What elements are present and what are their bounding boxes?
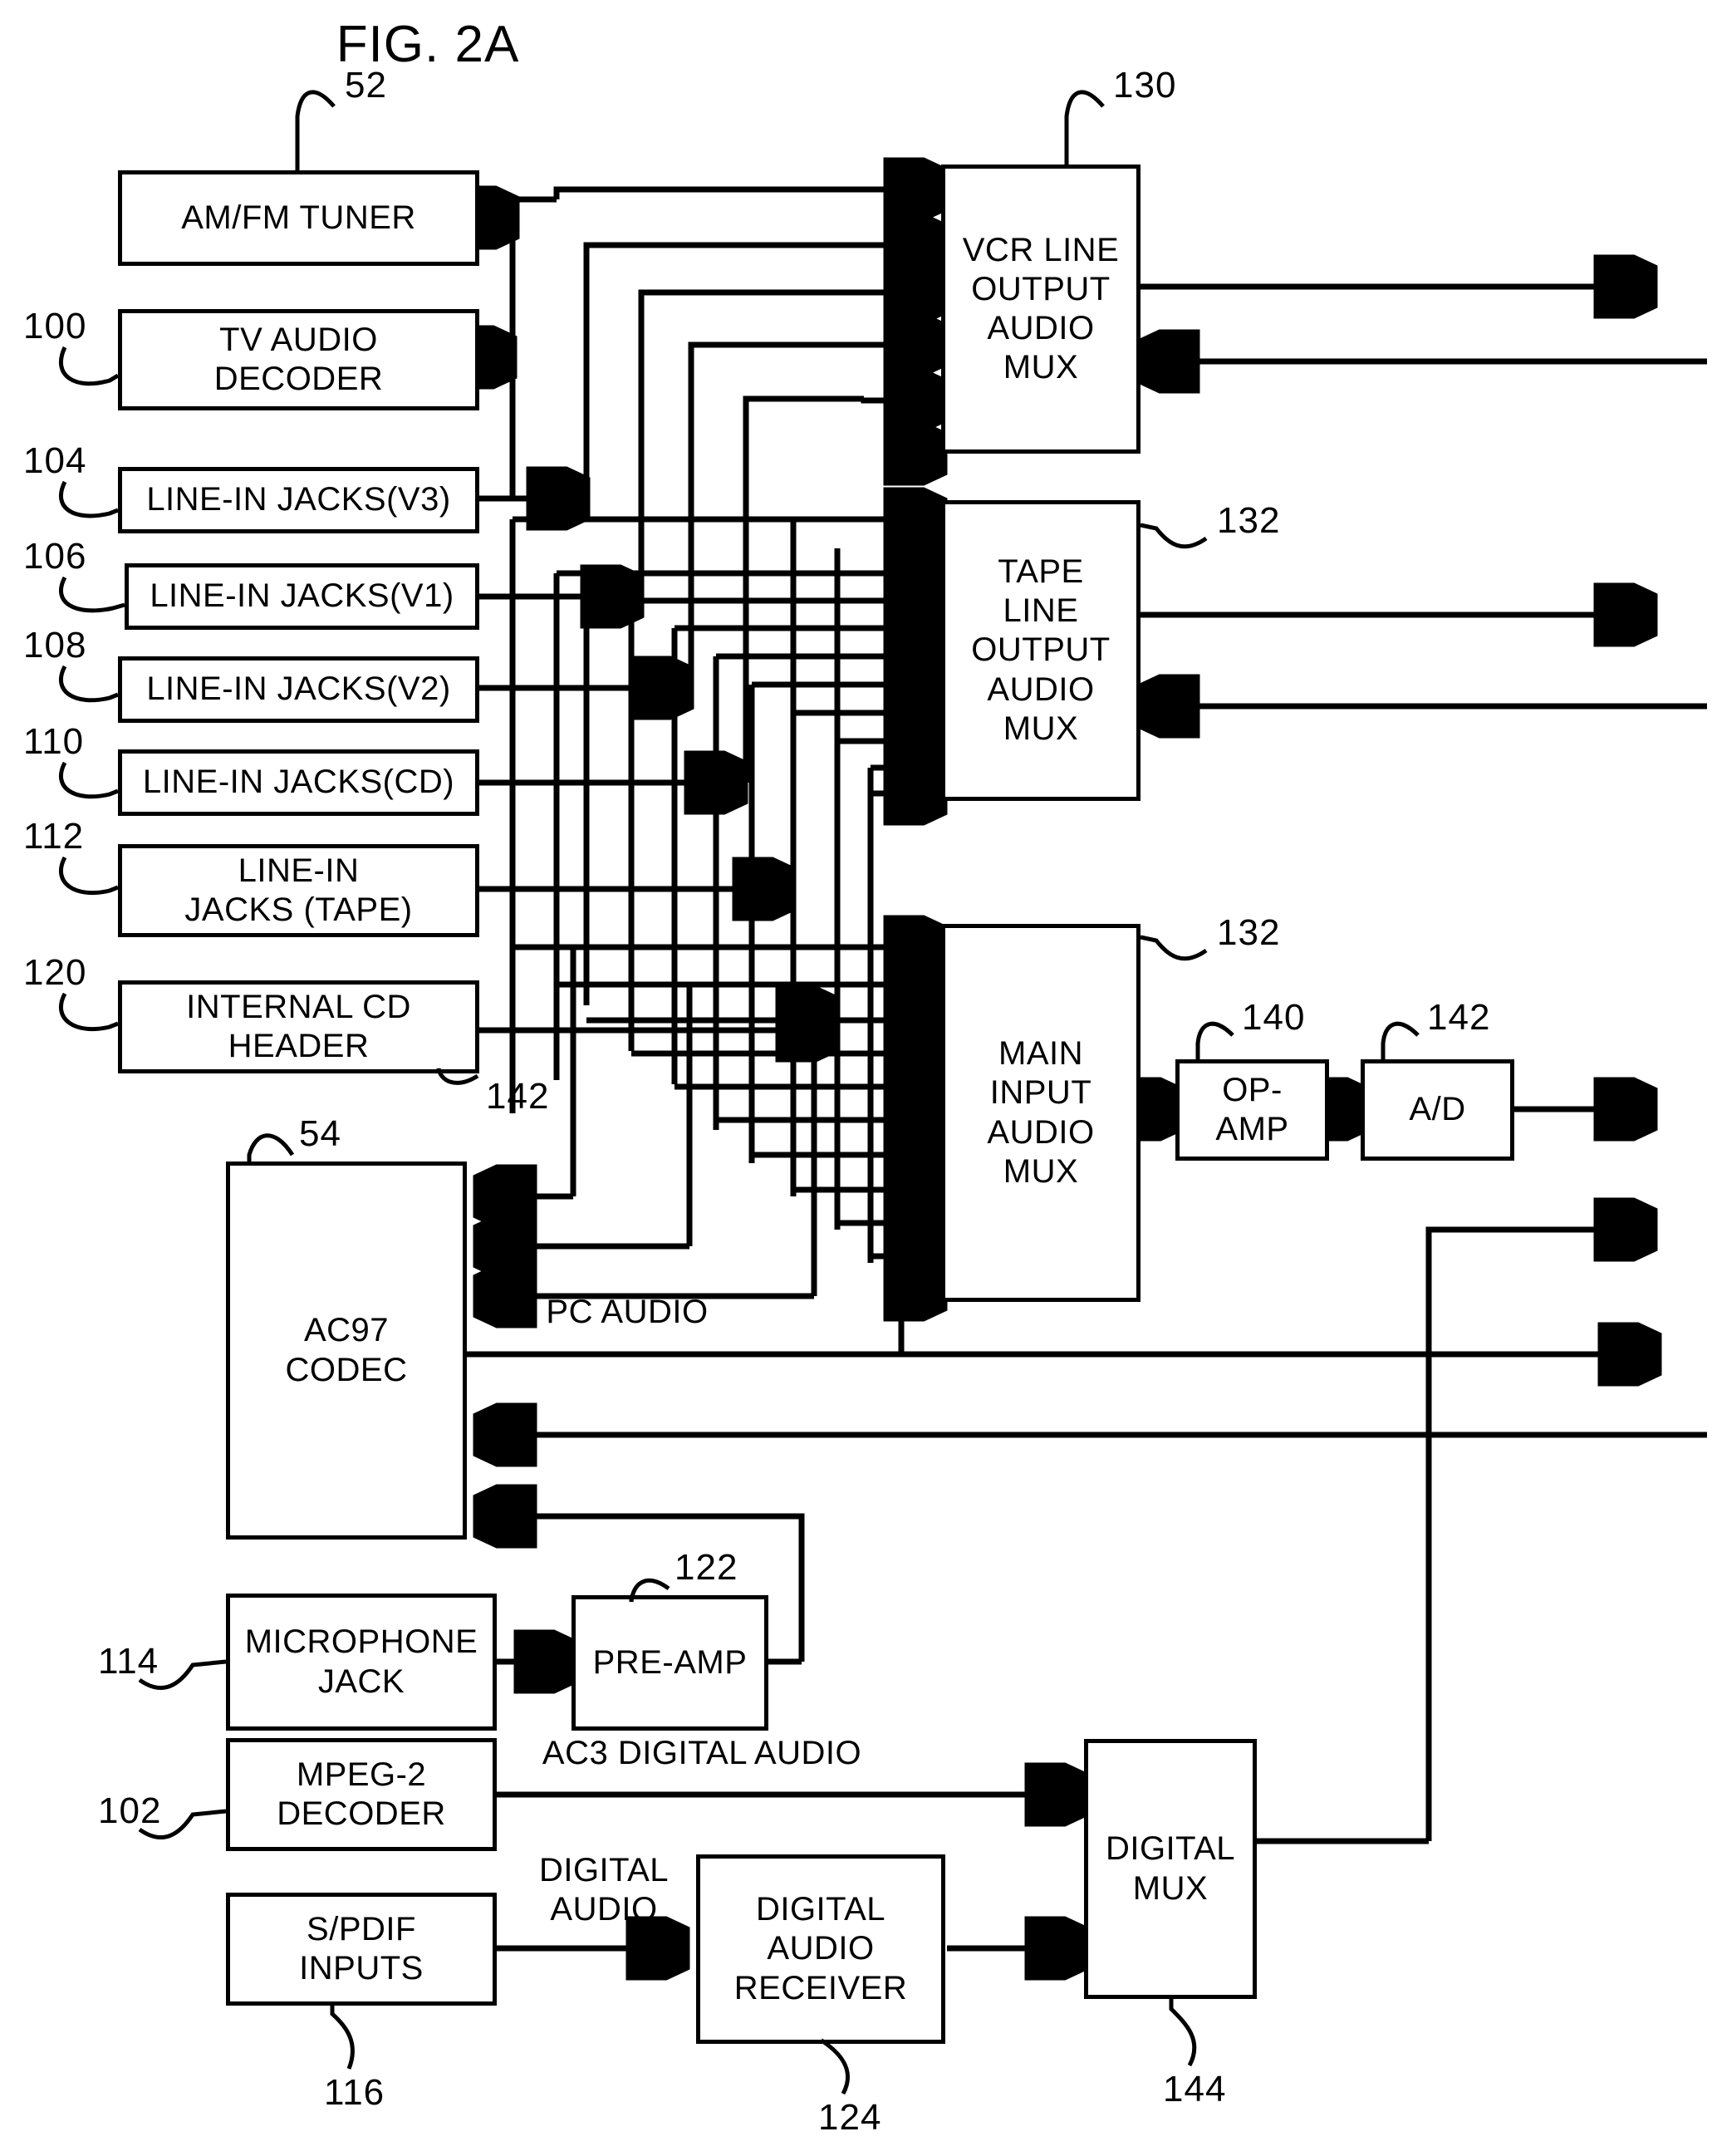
ref-120: 120 <box>23 952 87 993</box>
block-pre-amp[interactable]: PRE-AMP <box>571 1595 768 1731</box>
ref-102: 102 <box>98 1790 162 1831</box>
ref-52: 52 <box>345 65 387 106</box>
ref-142-ad: 142 <box>1427 997 1491 1038</box>
ref-116: 116 <box>324 2072 385 2113</box>
ref-114: 114 <box>98 1641 159 1682</box>
block-vcr-line-output-audio-mux[interactable]: VCR LINE OUTPUT AUDIO MUX <box>941 165 1141 454</box>
block-internal-cd-header[interactable]: INTERNAL CD HEADER <box>118 980 479 1073</box>
ref-100: 100 <box>23 306 87 346</box>
ref-106: 106 <box>23 536 87 577</box>
wire-label-pc-audio: PC AUDIO <box>546 1294 709 1330</box>
block-op-amp[interactable]: OP- AMP <box>1175 1059 1329 1161</box>
block-line-in-jacks-v2[interactable]: LINE-IN JACKS(V2) <box>118 656 479 723</box>
ref-142-internal-cd: 142 <box>486 1076 550 1117</box>
ref-144: 144 <box>1163 2069 1227 2109</box>
figure-title: FIG. 2A <box>336 16 520 73</box>
block-am-fm-tuner[interactable]: AM/FM TUNER <box>118 170 479 266</box>
block-tape-line-output-audio-mux[interactable]: TAPE LINE OUTPUT AUDIO MUX <box>941 500 1141 801</box>
block-spdif-inputs[interactable]: S/PDIF INPUTS <box>226 1893 497 2006</box>
ref-122: 122 <box>674 1547 738 1588</box>
block-line-in-jacks-v3[interactable]: LINE-IN JACKS(V3) <box>118 467 479 533</box>
block-line-in-jacks-tape[interactable]: LINE-IN JACKS (TAPE) <box>118 844 479 937</box>
block-main-input-audio-mux[interactable]: MAIN INPUT AUDIO MUX <box>941 924 1141 1302</box>
block-ac97-codec[interactable]: AC97 CODEC <box>226 1161 467 1540</box>
block-a-d[interactable]: A/D <box>1361 1059 1514 1161</box>
ref-110: 110 <box>23 721 85 762</box>
block-tv-audio-decoder[interactable]: TV AUDIO DECODER <box>118 309 479 410</box>
ref-130: 130 <box>1113 65 1177 106</box>
ref-140: 140 <box>1242 997 1306 1038</box>
block-microphone-jack[interactable]: MICROPHONE JACK <box>226 1594 497 1731</box>
patent-figure-2a: FIG. 2A AM/FM TUNER TV AUDIO DECODER LIN… <box>0 0 1712 2156</box>
ref-108: 108 <box>23 625 87 665</box>
ref-132-main: 132 <box>1217 912 1281 953</box>
block-line-in-jacks-cd[interactable]: LINE-IN JACKS(CD) <box>118 749 479 816</box>
ref-104: 104 <box>23 440 87 481</box>
block-line-in-jacks-v1[interactable]: LINE-IN JACKS(V1) <box>125 563 479 630</box>
block-digital-mux[interactable]: DIGITAL MUX <box>1084 1739 1257 1999</box>
ref-54: 54 <box>299 1113 341 1154</box>
ref-112: 112 <box>23 816 85 857</box>
ref-132-tape: 132 <box>1217 500 1281 541</box>
wire-label-ac3-digital-audio: AC3 DIGITAL AUDIO <box>542 1735 862 1771</box>
wire-label-digital-audio: DIGITAL AUDIO <box>538 1852 670 1928</box>
ref-124: 124 <box>818 2097 882 2138</box>
block-mpeg2-decoder[interactable]: MPEG-2 DECODER <box>226 1738 497 1851</box>
block-digital-audio-receiver[interactable]: DIGITAL AUDIO RECEIVER <box>696 1854 945 2044</box>
